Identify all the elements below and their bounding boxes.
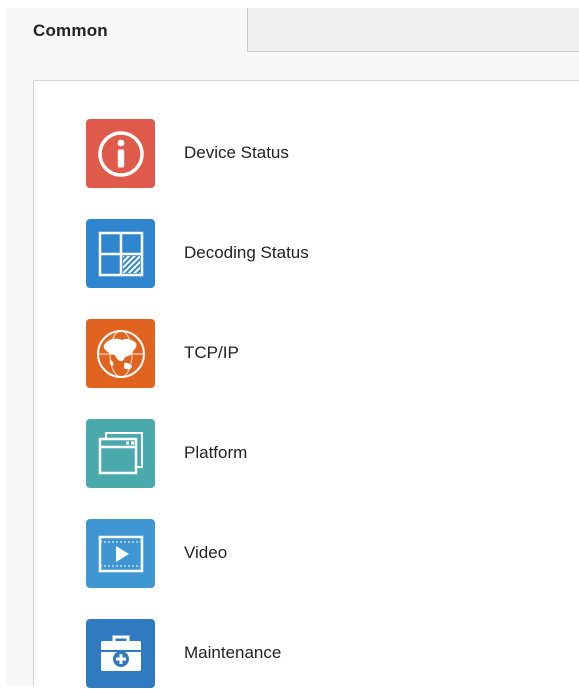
menu-item-video[interactable]: Video: [86, 519, 566, 589]
window-icon: [86, 419, 155, 488]
grid-icon: [86, 219, 155, 288]
info-icon: [86, 119, 155, 188]
menu-item-maintenance[interactable]: Maintenance: [86, 619, 566, 689]
globe-icon: [86, 319, 155, 388]
tab-bar-empty-area: [248, 8, 579, 52]
menu-item-label: TCP/IP: [184, 343, 239, 362]
tab-common[interactable]: Common: [6, 8, 248, 52]
menu-item-tcp-ip[interactable]: TCP/IP: [86, 319, 566, 389]
menu-item-platform[interactable]: Platform: [86, 419, 566, 489]
menu-item-device-status[interactable]: Device Status: [86, 119, 566, 189]
tab-common-label: Common: [33, 21, 108, 40]
menu-item-label: Device Status: [184, 143, 289, 162]
menu-item-label: Platform: [184, 443, 248, 462]
menu-item-label: Video: [184, 543, 228, 562]
menu-item-label: Maintenance: [184, 643, 282, 662]
common-panel: Device Status Decoding Status TCP/IP Pla…: [33, 80, 579, 689]
tab-bar: Common: [6, 8, 579, 52]
menu-item-decoding-status[interactable]: Decoding Status: [86, 219, 566, 289]
video-icon: [86, 519, 155, 588]
menu-item-label: Decoding Status: [184, 243, 309, 262]
toolbox-icon: [86, 619, 155, 688]
